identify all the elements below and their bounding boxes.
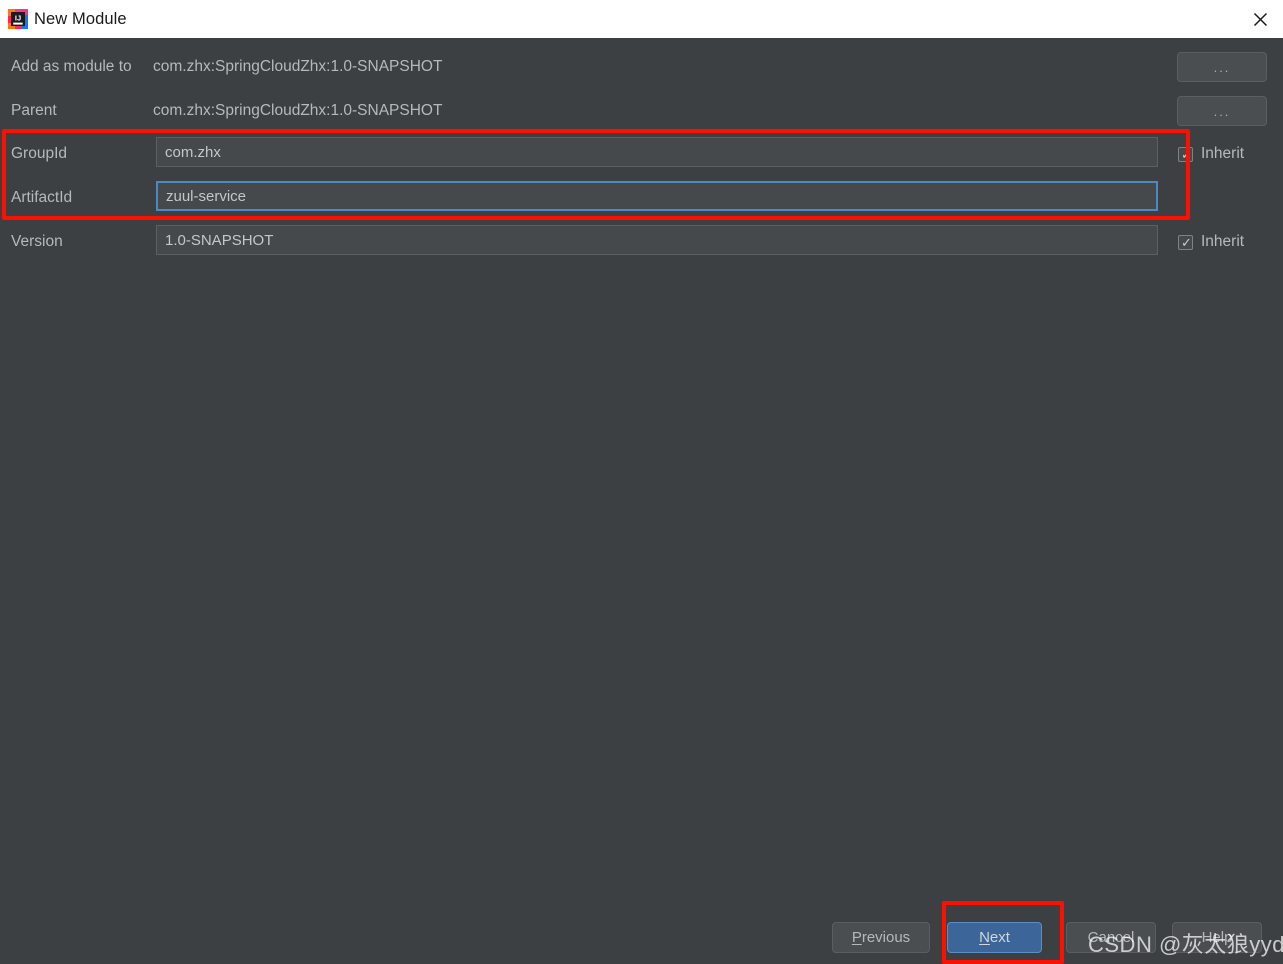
help-button[interactable]: Help	[1172, 922, 1262, 953]
parent-value: com.zhx:SpringCloudZhx:1.0-SNAPSHOT	[153, 102, 443, 119]
artifactid-row: ArtifactId	[0, 176, 1283, 220]
close-icon[interactable]	[1237, 0, 1283, 38]
groupid-label: GroupId	[11, 145, 68, 162]
cancel-button[interactable]: Cancel	[1066, 922, 1156, 953]
add-as-module-to-row: Add as module to com.zhx:SpringCloudZhx:…	[0, 45, 1283, 89]
parent-browse-button[interactable]: ...	[1177, 96, 1267, 126]
version-input[interactable]	[156, 225, 1158, 255]
artifactid-label: ArtifactId	[11, 189, 73, 206]
groupid-input[interactable]	[156, 137, 1158, 167]
next-button[interactable]: Next	[947, 922, 1042, 953]
check-icon: ✓	[1181, 234, 1192, 250]
window-title: New Module	[34, 10, 127, 28]
new-module-dialog: IJ New Module Add as module to com.zhx:S…	[0, 0, 1283, 964]
check-icon: ✓	[1181, 146, 1192, 162]
groupid-inherit-group[interactable]: ✓ Inherit	[1178, 132, 1244, 176]
intellij-idea-icon: IJ	[8, 9, 28, 29]
groupid-inherit-label: Inherit	[1201, 145, 1245, 162]
version-row: Version ✓ Inherit	[0, 220, 1283, 264]
version-inherit-label: Inherit	[1201, 233, 1245, 250]
groupid-inherit-checkbox[interactable]: ✓	[1178, 146, 1193, 162]
groupid-row: GroupId ✓ Inherit	[0, 132, 1283, 176]
parent-label: Parent	[11, 102, 57, 119]
previous-button[interactable]: Previous	[832, 922, 930, 953]
artifactid-input[interactable]	[156, 181, 1158, 211]
parent-row: Parent com.zhx:SpringCloudZhx:1.0-SNAPSH…	[0, 89, 1283, 133]
add-as-module-to-browse-button[interactable]: ...	[1177, 52, 1267, 82]
version-label: Version	[11, 233, 63, 250]
version-inherit-checkbox[interactable]: ✓	[1178, 234, 1193, 250]
version-inherit-group[interactable]: ✓ Inherit	[1178, 220, 1244, 264]
add-as-module-to-label: Add as module to	[11, 58, 132, 75]
svg-text:IJ: IJ	[15, 14, 21, 23]
add-as-module-to-value: com.zhx:SpringCloudZhx:1.0-SNAPSHOT	[153, 58, 443, 75]
previous-button-label: Previous	[851, 929, 911, 946]
next-button-label: Next	[979, 929, 1010, 946]
title-bar: IJ New Module	[0, 0, 1283, 38]
